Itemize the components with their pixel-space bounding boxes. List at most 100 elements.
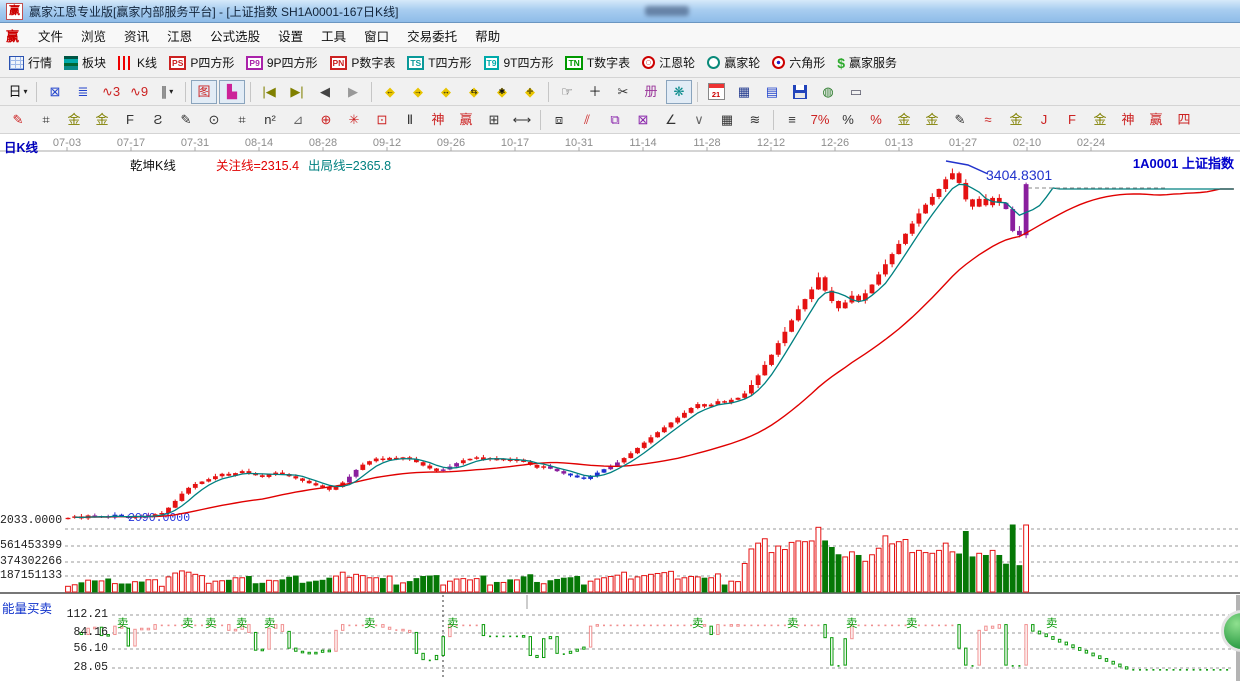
jump-first-button[interactable]: |◀ xyxy=(256,80,282,104)
number-grid-tool[interactable]: ⊞ xyxy=(481,108,507,132)
star-target-tool[interactable]: ✳ xyxy=(341,108,367,132)
jump-last-button[interactable]: ▶| xyxy=(284,80,310,104)
pen-tool[interactable]: ✎ xyxy=(173,108,199,132)
x-axis-date: 07-17 xyxy=(116,137,146,149)
diamond-cross-button[interactable]: ◆ ✛ xyxy=(517,80,543,104)
save-button[interactable] xyxy=(787,80,813,104)
menu-formula-stockpick[interactable]: 公式选股 xyxy=(201,23,269,48)
next-bar-button[interactable]: ▶ xyxy=(340,80,366,104)
sail-tool[interactable]: ⊿ xyxy=(285,108,311,132)
menu-gann[interactable]: 江恩 xyxy=(158,23,201,48)
winner-service-button[interactable]: $ 赢家服务 xyxy=(832,52,904,73)
wave9-button[interactable]: ∿9 xyxy=(126,80,152,104)
crosshair-tool-button[interactable]: ＋ xyxy=(582,80,608,104)
red-pen-tool[interactable]: ✎ xyxy=(5,108,31,132)
j-angle-tool[interactable]: J xyxy=(1031,108,1057,132)
spiral-tool[interactable]: Ƨ xyxy=(145,108,171,132)
grid-tool[interactable]: ⌗ xyxy=(33,108,59,132)
period-day-button[interactable]: 日 ▾ xyxy=(5,80,31,104)
menu-window[interactable]: 窗口 xyxy=(355,23,398,48)
f-angle-tool[interactable]: F xyxy=(1059,108,1085,132)
notes-button[interactable]: ▤ xyxy=(759,80,785,104)
hand-tool-button[interactable]: ☞ xyxy=(554,80,580,104)
zigzag-tool[interactable]: ∨ xyxy=(686,108,712,132)
kline-button[interactable]: K线 xyxy=(113,52,164,73)
prev-bar-button[interactable]: ◀ xyxy=(312,80,338,104)
gold-line2-tool[interactable]: 金 xyxy=(1003,108,1029,132)
winner-wheel-button[interactable]: 赢家轮 xyxy=(702,52,767,73)
column-bars-tool[interactable]: ≡ xyxy=(779,108,805,132)
shen-lines-tool[interactable]: 神 xyxy=(1115,108,1141,132)
menu-help[interactable]: 帮助 xyxy=(466,23,509,48)
menu-browse[interactable]: 浏览 xyxy=(72,23,115,48)
pct-line-tool[interactable]: % xyxy=(863,108,889,132)
p-number-button[interactable]: PN P数字表 xyxy=(325,52,403,73)
gold-angle-tool[interactable]: 金 xyxy=(1087,108,1113,132)
computer-button[interactable]: ▭ xyxy=(843,80,869,104)
n2-tool[interactable]: n² xyxy=(257,108,283,132)
gold-square2-tool[interactable]: 金 xyxy=(89,108,115,132)
width-arrow-tool[interactable]: ⟷ xyxy=(509,108,535,132)
t-square-button[interactable]: TS T四方形 xyxy=(402,52,478,73)
info-list-button[interactable]: ≣ xyxy=(70,80,96,104)
gold-lines-tool[interactable]: 金 xyxy=(919,108,945,132)
diamond-expand-button[interactable]: ◆ ↔ xyxy=(433,80,459,104)
ribbon-tool-button[interactable]: 册 xyxy=(638,80,664,104)
diamond-star-button[interactable]: ◆ ✱ xyxy=(489,80,515,104)
t-number-button[interactable]: TN T数字表 xyxy=(560,52,637,73)
diamond-shift-left-button[interactable]: ◆ ← xyxy=(377,80,403,104)
web-export-button[interactable]: ◍ xyxy=(815,80,841,104)
diamond-shift-right-button[interactable]: ◆ → xyxy=(405,80,431,104)
scissors-tool-button[interactable]: ✂ xyxy=(610,80,636,104)
brain-button[interactable]: ❋ xyxy=(666,79,692,104)
wave3-button[interactable]: ∿3 xyxy=(98,80,124,104)
hash-grid-tool[interactable]: ⌗ xyxy=(229,108,255,132)
compass-tool[interactable]: ⊙ xyxy=(201,108,227,132)
ying-grid-tool-icon: 赢 xyxy=(459,112,473,127)
f-square-tool[interactable]: F xyxy=(117,108,143,132)
menu-trade[interactable]: 交易委托 xyxy=(398,23,466,48)
gold-circle-tool[interactable]: 金 xyxy=(891,108,917,132)
calendar-button[interactable]: 21 xyxy=(703,80,729,104)
pct-tool[interactable]: % xyxy=(835,108,861,132)
seven-pct-tool[interactable]: 7% xyxy=(807,108,833,132)
p9-square-button[interactable]: P9 9P四方形 xyxy=(241,52,324,73)
x-axis-date: 11-28 xyxy=(693,137,721,149)
calculator-button[interactable]: ▦ xyxy=(731,80,757,104)
quotes-button[interactable]: 行情 xyxy=(4,52,59,73)
capture-button[interactable]: 图 xyxy=(191,79,217,104)
menu-settings[interactable]: 设置 xyxy=(269,23,312,48)
t9-square-button[interactable]: T9 9T四方形 xyxy=(479,52,561,73)
ying-lines-tool[interactable]: 赢 xyxy=(1143,108,1169,132)
p-square-button[interactable]: PS P四方形 xyxy=(164,52,241,73)
fan-lines-tool[interactable]: ⫽ xyxy=(574,108,600,132)
ying-grid-tool[interactable]: 赢 xyxy=(453,108,479,132)
candle-style-button[interactable]: ∥ ▾ xyxy=(154,80,180,104)
menu-tools[interactable]: 工具 xyxy=(312,23,355,48)
grid-table-tool[interactable]: ▦ xyxy=(714,108,740,132)
kline-pair-tool[interactable]: Ⅱ xyxy=(397,108,423,132)
net-box-tool[interactable]: ⊠ xyxy=(630,108,656,132)
circle-target-tool[interactable]: ⊕ xyxy=(313,108,339,132)
shen-grid-tool[interactable]: 神 xyxy=(425,108,451,132)
wave-lines-tool[interactable]: ≈ xyxy=(975,108,1001,132)
network-button[interactable]: ⊠ xyxy=(42,80,68,104)
pen-bars-tool[interactable]: ✎ xyxy=(947,108,973,132)
period-label[interactable]: 日K线 xyxy=(4,137,38,156)
parallel-lines-tool[interactable]: ≋ xyxy=(742,108,768,132)
indicator-axis-label: 56.10 xyxy=(73,642,108,655)
gann-box-tool[interactable]: ⧉ xyxy=(602,108,628,132)
gold-square-tool[interactable]: 金 xyxy=(61,108,87,132)
menu-news[interactable]: 资讯 xyxy=(115,23,158,48)
box-target-tool[interactable]: ⊡ xyxy=(369,108,395,132)
sectors-button[interactable]: 板块 xyxy=(59,52,113,73)
angle-line-tool[interactable]: ∠ xyxy=(658,108,684,132)
diamond-compress-button[interactable]: ◆ ⇆ xyxy=(461,80,487,104)
menu-file[interactable]: 文件 xyxy=(29,23,72,48)
gann-wheel-button[interactable]: 江恩轮 xyxy=(637,52,702,73)
frame-tool[interactable]: ⧈ xyxy=(546,108,572,132)
hexagon-button[interactable]: 六角形 xyxy=(767,52,832,73)
si-lines-tool[interactable]: 四 xyxy=(1171,108,1197,132)
kline-chart[interactable] xyxy=(0,134,1240,681)
histogram-button[interactable]: ▙ xyxy=(219,79,245,104)
